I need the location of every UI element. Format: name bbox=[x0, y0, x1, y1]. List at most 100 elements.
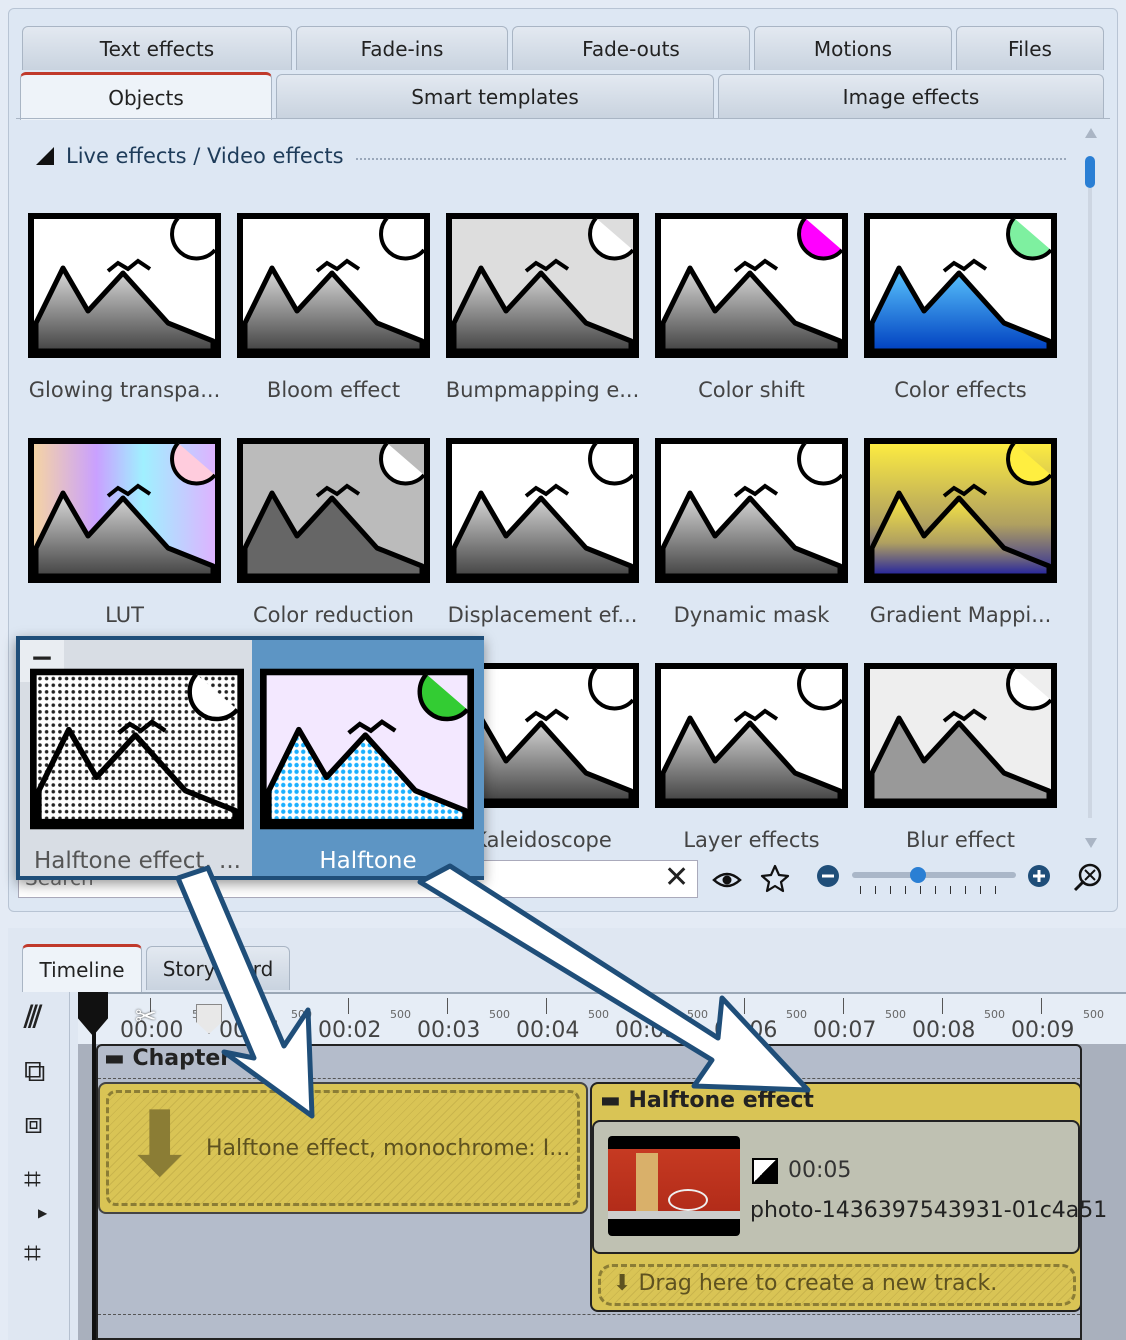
tab-storyboard[interactable]: Storyboard bbox=[146, 946, 290, 990]
zoom-fit-icon[interactable] bbox=[1072, 862, 1104, 894]
ruler-sub-label: 500 bbox=[588, 1008, 609, 1021]
add-track-icon[interactable]: ⧉ bbox=[24, 1054, 45, 1089]
effect-thumbnail bbox=[237, 438, 430, 583]
effect-item-bump[interactable]: Bumpmapping e... bbox=[446, 213, 646, 423]
zoom-slider-handle[interactable] bbox=[909, 867, 926, 883]
effect-item-glow[interactable]: Glowing transpa... bbox=[28, 213, 228, 423]
tab-objects[interactable]: Objects bbox=[20, 72, 272, 120]
tab-motions[interactable]: Motions bbox=[754, 26, 952, 70]
timeline-ruler[interactable]: 00:0050000:0150000:0250000:0350000:04500… bbox=[78, 992, 1126, 1044]
snap-icon[interactable]: ⫻ bbox=[24, 1000, 42, 1035]
zoom-timeline-icon[interactable]: ⌗ bbox=[24, 1236, 41, 1271]
image-clip[interactable]: 00:05 photo-1436397543931-01c4a51 bbox=[592, 1120, 1107, 1254]
eye-icon[interactable] bbox=[712, 866, 742, 894]
clip-filename: photo-1436397543931-01c4a51 bbox=[750, 1198, 1108, 1223]
effect-item-reduce[interactable]: Color reduction bbox=[237, 438, 437, 648]
ruler-tick bbox=[447, 998, 448, 1014]
effect-label: Bloom effect bbox=[266, 378, 401, 402]
drag-preview-popup: − Halftone effect, ... Halftone bbox=[16, 636, 484, 880]
drop-hint: Drag here to create a new track. bbox=[638, 1271, 998, 1296]
zoom-ticks bbox=[860, 886, 1010, 894]
ruler-time-label: 00:04 bbox=[516, 1018, 580, 1043]
effect-item-disp[interactable]: Displacement ef... bbox=[446, 438, 646, 648]
ruler-time-label: 00:03 bbox=[417, 1018, 481, 1043]
tab-text-effects[interactable]: Text effects bbox=[22, 26, 292, 70]
tab-timeline[interactable]: Timeline bbox=[22, 944, 142, 992]
new-track-drop-zone[interactable]: ⬇ Drag here to create a new track. bbox=[598, 1264, 1076, 1306]
ruler-time-label: 00:06 bbox=[714, 1018, 778, 1043]
timeline-toolbar: ⫻ ⧉ ⧈ ⌗ ▶ ⌗ bbox=[18, 992, 70, 1340]
ruler-tick bbox=[843, 998, 844, 1014]
ruler-time-label: 00:07 bbox=[813, 1018, 877, 1043]
down-arrow-icon: ⬇ bbox=[613, 1271, 639, 1296]
ruler-sub-label: 500 bbox=[885, 1008, 906, 1021]
expand-arrow-icon[interactable]: ▶ bbox=[38, 1206, 47, 1220]
fit-timeline-icon[interactable]: ⌗ bbox=[24, 1162, 41, 1197]
clear-icon[interactable]: ✕ bbox=[664, 863, 689, 893]
divider bbox=[98, 1078, 1080, 1079]
effect-item-blur[interactable]: Blur effect bbox=[864, 663, 1064, 873]
collapse-icon[interactable]: ▬ bbox=[104, 1046, 132, 1071]
ruler-time-label: 00:01 bbox=[219, 1018, 283, 1043]
effect-block-header: ▬ Halftone effect bbox=[600, 1088, 814, 1113]
star-icon[interactable] bbox=[760, 864, 790, 894]
playhead-line[interactable] bbox=[92, 992, 96, 1340]
collapse-icon[interactable]: ▬ bbox=[600, 1088, 628, 1113]
collapse-triangle-icon[interactable] bbox=[36, 147, 54, 165]
zoom-out-icon[interactable] bbox=[816, 864, 840, 888]
chapter-title: ▬ Chapter bbox=[104, 1046, 231, 1071]
scissors-icon[interactable]: ✂ bbox=[135, 1002, 157, 1032]
effect-item-shift[interactable]: Color shift bbox=[655, 213, 855, 423]
effect-thumbnail bbox=[237, 213, 430, 358]
scroll-up-icon[interactable] bbox=[1085, 128, 1097, 138]
ruler-sub-label: 500 bbox=[786, 1008, 807, 1021]
effect-thumbnail bbox=[655, 663, 848, 808]
effect-label: Bumpmapping e... bbox=[445, 378, 640, 402]
ruler-tick bbox=[348, 998, 349, 1014]
ruler-tick bbox=[942, 998, 943, 1014]
effect-item-lut[interactable]: LUT bbox=[28, 438, 228, 648]
scroll-down-icon[interactable] bbox=[1085, 838, 1097, 848]
effect-label: Glowing transpa... bbox=[28, 378, 221, 402]
zoom-slider[interactable] bbox=[852, 867, 1016, 894]
effect-item-bloom[interactable]: Bloom effect bbox=[237, 213, 437, 423]
effect-label: Color reduction bbox=[252, 603, 414, 627]
halftone-effect-block[interactable]: ▬ Halftone effect 00:05 photo-1436397543… bbox=[590, 1082, 1107, 1312]
ruler-time-label: 00:08 bbox=[912, 1018, 976, 1043]
popup-item-label[interactable]: Halftone effect, ... bbox=[34, 848, 241, 874]
ruler-sub-label: 500 bbox=[687, 1008, 708, 1021]
tab-smart-templates[interactable]: Smart templates bbox=[276, 74, 714, 118]
tab-image-effects[interactable]: Image effects bbox=[718, 74, 1104, 118]
tab-divider bbox=[16, 118, 1110, 119]
tab-fade-outs[interactable]: Fade-outs bbox=[512, 26, 750, 70]
down-arrow-icon: ⬇ bbox=[122, 1092, 198, 1197]
effect-thumbnail bbox=[446, 438, 639, 583]
section-title: Live effects / Video effects bbox=[66, 144, 344, 168]
effect-label: Blur effect bbox=[906, 828, 1015, 852]
section-header[interactable]: Live effects / Video effects bbox=[36, 144, 1066, 168]
popup-item-label-selected[interactable]: Halftone bbox=[252, 848, 484, 874]
effect-thumbnail bbox=[655, 438, 848, 583]
effect-label: Layer effects bbox=[683, 828, 820, 852]
drop-target-item[interactable]: ⬇ Halftone effect, monochrome: I... bbox=[98, 1082, 588, 1214]
effect-thumbnail bbox=[864, 663, 1057, 808]
zoom-in-icon[interactable] bbox=[1027, 864, 1051, 888]
halftone-color-thumbnail[interactable] bbox=[260, 668, 474, 830]
tab-fade-ins[interactable]: Fade-ins bbox=[296, 26, 508, 70]
divider bbox=[98, 1314, 1080, 1315]
tab-files[interactable]: Files bbox=[956, 26, 1104, 70]
effect-item-layer[interactable]: Layer effects bbox=[655, 663, 855, 873]
effect-thumbnail bbox=[864, 213, 1057, 358]
transition-ab-icon[interactable] bbox=[752, 1158, 778, 1184]
scroll-thumb[interactable] bbox=[1085, 156, 1095, 188]
ruler-sub-label: 500 bbox=[984, 1008, 1005, 1021]
effect-item-mask[interactable]: Dynamic mask bbox=[655, 438, 855, 648]
effect-item-color[interactable]: Color effects bbox=[864, 213, 1064, 423]
scrollbar[interactable] bbox=[1083, 128, 1097, 848]
effect-label: Color effects bbox=[894, 378, 1027, 402]
halftone-mono-thumbnail[interactable] bbox=[30, 668, 244, 830]
ruler-sub-label: 500 bbox=[291, 1008, 312, 1021]
effect-block-title: Halftone effect bbox=[628, 1088, 814, 1113]
remove-track-icon[interactable]: ⧈ bbox=[24, 1106, 43, 1141]
effect-item-grad[interactable]: Gradient Mappi... bbox=[864, 438, 1064, 648]
